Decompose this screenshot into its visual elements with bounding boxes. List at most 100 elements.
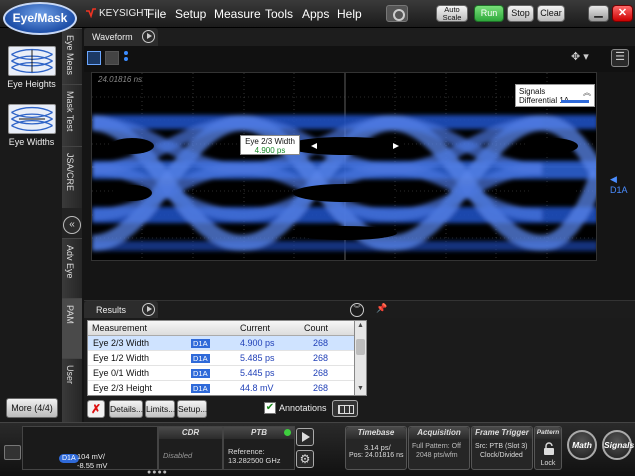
acquisition-line2: 2048 pts/wfm	[416, 452, 458, 459]
col-count[interactable]: Count	[304, 323, 328, 333]
waveform-toolbar: ✥ ▾ ☰	[84, 46, 635, 72]
tab-adv-eye[interactable]: Adv Eye	[62, 238, 82, 298]
tab-pam[interactable]: PAM	[62, 298, 82, 358]
autoscale-button[interactable]: Auto Scale	[436, 5, 468, 22]
timebase-scale: 3.14 ps/	[364, 443, 391, 452]
frame-trigger-title: Frame Trigger	[472, 427, 532, 439]
scroll-up-icon[interactable]: ▲	[356, 322, 365, 331]
math-button[interactable]: Math	[567, 430, 597, 460]
signals-legend[interactable]: Signals ︽ Differential 1A	[515, 84, 595, 107]
annotations-label: Annotations	[279, 403, 327, 413]
run-button[interactable]: Run	[474, 5, 504, 22]
setup-button[interactable]: Setup...	[177, 400, 207, 418]
frame-trigger-line2: Clock/Divided	[480, 452, 523, 459]
results-table: Measurement Current Count Eye 2/3 Width …	[87, 320, 355, 396]
col-current[interactable]: Current	[240, 323, 270, 333]
eye-heights-icon	[7, 46, 56, 76]
stop-button[interactable]: Stop	[507, 5, 534, 22]
single-grid-icon[interactable]	[87, 51, 101, 65]
acquisition-line1: Full Pattern: Off	[412, 443, 461, 450]
signals-button[interactable]: Signals	[602, 430, 634, 460]
measurement-annotation-name: Eye 2/3 Width	[245, 137, 295, 146]
measurement-annotation-value: 4.900 ps	[254, 146, 286, 155]
waveform-timestamp: 24.01816 ns	[98, 75, 143, 84]
eye-heights-label: Eye Heights	[7, 79, 56, 89]
close-icon[interactable]: ✕	[612, 5, 633, 22]
keypad-icon[interactable]	[4, 445, 21, 460]
lock-icon	[544, 442, 554, 455]
measurement-annotation: Eye 2/3 Width 4.900 ps	[240, 135, 300, 155]
keysight-logo-icon	[86, 8, 96, 18]
dual-grid-icon[interactable]	[105, 51, 119, 65]
eye-widths-button[interactable]: Eye Widths	[4, 104, 59, 147]
hamburger-menu-icon[interactable]: ☰	[611, 49, 629, 67]
col-measurement[interactable]: Measurement	[92, 323, 147, 333]
results-table-header: Measurement Current Count	[88, 321, 354, 336]
waveform-tab-bar: Waveform	[84, 28, 635, 46]
channel-badge: D1A	[59, 454, 79, 463]
channel-marker[interactable]: ◀ D1A	[610, 174, 635, 195]
results-scrollbar[interactable]: ▲ ▼	[355, 320, 367, 396]
table-row[interactable]: Eye 2/3 Width D1A 4.900 ps 268	[88, 336, 354, 351]
clear-button[interactable]: Clear	[537, 5, 565, 22]
ptb-line1: Reference:	[228, 447, 265, 456]
results-panel: Measurement Current Count Eye 2/3 Width …	[84, 318, 635, 422]
eye-mask-mode-button[interactable]: Eye/Mask	[3, 2, 77, 35]
channel-status[interactable]: D1A 104 mV/ -8.55 mV	[22, 426, 158, 470]
signals-legend-title: Signals	[519, 87, 546, 96]
eye-diagram-display[interactable]: 24.01816 ns Signals ︽ Differential 1A Ey…	[91, 72, 597, 261]
eye-widths-label: Eye Widths	[8, 137, 55, 147]
source-badge: D1A	[191, 369, 210, 378]
tab-eye-meas[interactable]: Eye Meas	[62, 28, 82, 84]
table-view-icon[interactable]	[332, 400, 358, 417]
delete-measurement-icon[interactable]: ✗	[87, 400, 105, 418]
pan-move-icon[interactable]: ✥ ▾	[571, 50, 599, 66]
lock-label: Lock	[540, 460, 556, 467]
minimize-icon[interactable]: ▁	[588, 5, 609, 22]
scroll-down-icon[interactable]: ▼	[356, 385, 365, 394]
menu-apps[interactable]: Apps	[302, 7, 329, 21]
gear-icon[interactable]: ⚙	[296, 450, 314, 468]
menu-setup[interactable]: Setup	[175, 7, 206, 21]
menu-help[interactable]: Help	[337, 7, 362, 21]
results-menu-icon[interactable]	[142, 303, 155, 316]
layout-dots-icon[interactable]	[124, 51, 128, 67]
tab-user[interactable]: User	[62, 358, 82, 422]
cdr-status[interactable]: CDR Disabled	[158, 426, 223, 470]
source-badge: D1A	[191, 339, 210, 348]
signal-color-swatch	[561, 100, 589, 103]
frame-trigger-status[interactable]: Frame Trigger Src: PTB (Slot 3) Clock/Di…	[471, 426, 533, 470]
more-button[interactable]: More (4/4)	[6, 398, 58, 418]
scroll-thumb[interactable]	[356, 339, 365, 355]
table-row[interactable]: Eye 2/3 Height D1A 44.8 mV 268	[88, 381, 354, 395]
source-badge: D1A	[191, 384, 210, 393]
menu-measure[interactable]: Measure	[214, 7, 261, 21]
keysight-logo: KEYSIGHT	[99, 8, 150, 19]
annotations-checkbox[interactable]: ✔	[264, 402, 276, 414]
details-button[interactable]: Details...	[109, 400, 143, 418]
menu-file[interactable]: File	[147, 7, 166, 21]
menu-tools[interactable]: Tools	[265, 7, 293, 21]
tab-mask-test[interactable]: Mask Test	[62, 84, 82, 146]
ptb-status[interactable]: PTB Reference: 13.282500 GHz	[223, 426, 295, 470]
pattern-title: Pattern	[535, 427, 561, 439]
acquisition-status[interactable]: Acquisition Full Pattern: Off 2048 pts/w…	[408, 426, 470, 470]
limits-button[interactable]: Limits...	[145, 400, 175, 418]
table-row[interactable]: Eye 1/2 Width D1A 5.485 ps 268	[88, 351, 354, 366]
timebase-title: Timebase	[346, 427, 406, 439]
pin-icon[interactable]: 📌	[376, 303, 387, 314]
waveform-menu-icon[interactable]	[142, 30, 155, 43]
chevron-down-icon[interactable]: ︾	[350, 303, 364, 317]
screenshot-camera-icon[interactable]	[386, 5, 408, 22]
tab-jsa-cre[interactable]: JSA/CRE	[62, 146, 82, 208]
frame-trigger-line1: Src: PTB (Slot 3)	[475, 443, 528, 450]
cdr-value: Disabled	[163, 451, 193, 460]
pattern-lock-status[interactable]: Pattern Lock	[534, 426, 562, 470]
eye-heights-button[interactable]: Eye Heights	[4, 46, 59, 89]
table-row[interactable]: Eye 0/1 Width D1A 5.445 ps 268	[88, 366, 354, 381]
collapse-panel-icon[interactable]: «	[63, 216, 81, 234]
timebase-position: Pos: 24.01816 ns	[349, 452, 404, 459]
timebase-status[interactable]: Timebase 3.14 ps/ Pos: 24.01816 ns	[345, 426, 407, 470]
play-icon[interactable]	[296, 428, 314, 446]
oscilloscope-app: KEYSIGHT File Setup Measure Tools Apps H…	[0, 0, 635, 476]
